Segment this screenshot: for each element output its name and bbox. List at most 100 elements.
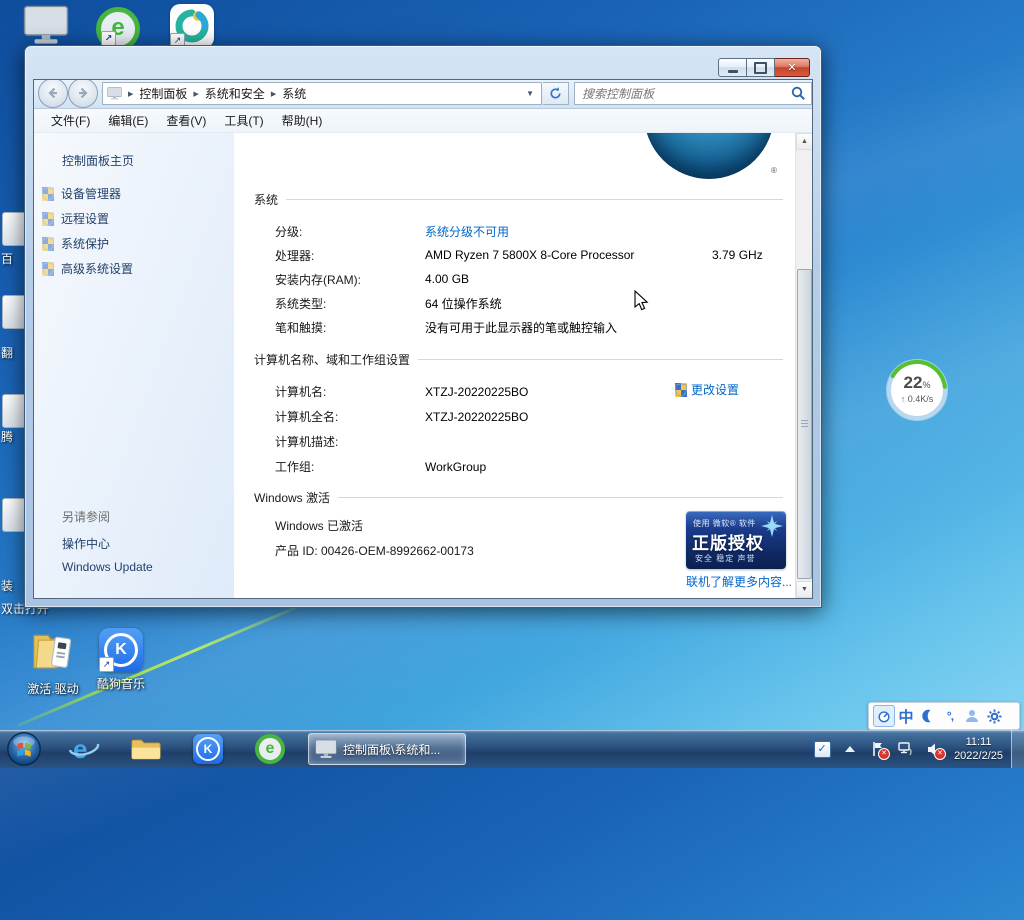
row-rating: 分级: 系统分级不可用 [234,219,795,243]
ime-gauge-icon [877,709,891,723]
taskbar-task-control-panel[interactable]: 控制面板\系统和... [308,733,466,765]
ime-punctuation-button[interactable]: °, [939,705,961,727]
ime-chinese-mode-button[interactable]: 中 [895,705,917,727]
breadcrumb-system[interactable]: 系统 [282,85,306,102]
start-button[interactable] [4,732,44,766]
computer-icon [23,5,69,45]
sidebar-item-device-manager[interactable]: 设备管理器 [42,181,121,206]
taskbar-explorer-button[interactable] [126,732,166,766]
ime-skin-button[interactable] [961,705,983,727]
refresh-button[interactable] [543,82,569,105]
processor-speed: 3.79 GHz [712,248,763,262]
sidebar-item-action-center[interactable]: 操作中心 [62,535,110,552]
row-system-type: 系统类型: 64 位操作系统 [234,291,795,315]
tray-volume-icon[interactable]: ✕ [925,740,943,758]
open-folder-icon [29,628,77,674]
ie-icon: e [68,734,100,764]
forward-button[interactable] [68,79,98,108]
taskbar-green-browser-button[interactable]: e [250,732,290,766]
forward-arrow-icon [75,85,91,101]
taskbar-ie-button[interactable]: e [64,732,104,766]
rating-link[interactable]: 系统分级不可用 [425,223,509,240]
ime-settings-button[interactable] [983,705,1005,727]
scrollbar-thumb[interactable] [797,269,812,579]
menu-view[interactable]: 查看(V) [157,110,215,132]
change-settings-link[interactable]: 更改设置 [675,381,739,398]
scroll-up-button[interactable]: ▲ [796,133,813,150]
registered-mark: ® [771,166,777,175]
windows-logo-orb [644,133,774,179]
section-title-computer-name: 计算机名称、域和工作组设置 [234,351,783,368]
menu-edit[interactable]: 编辑(E) [99,110,157,132]
folder-icon [130,736,162,763]
clock-time: 11:11 [954,735,1003,749]
minimize-button[interactable] [718,58,747,77]
desktop-icon-partial-label: 腾 [1,428,13,445]
scroll-up-icon: ▲ [801,138,808,145]
desktop-icon-partial-label: 百 [1,250,13,267]
vertical-scrollbar[interactable]: ▲ ▼ [795,133,812,598]
sidebar-item-remote-settings[interactable]: 远程设置 [42,206,109,231]
breadcrumb-control-panel[interactable]: 控制面板 [139,85,187,102]
ime-fullwidth-button[interactable] [917,705,939,727]
close-button[interactable]: ✕ [775,58,810,77]
row-pen-touch: 笔和触摸: 没有可用于此显示器的笔或触控输入 [234,315,795,339]
learn-more-link[interactable]: 联机了解更多内容... [686,573,792,590]
tray-network-icon[interactable] [897,740,915,758]
menu-tools[interactable]: 工具(T) [215,110,272,132]
kugou-icon: K ↗ [99,628,143,672]
tray-action-center-flag[interactable]: ✕ [869,740,887,758]
search-box[interactable] [574,82,812,105]
up-arrow-icon [845,746,855,752]
taskbar-kugou-button[interactable]: K [188,732,228,766]
back-arrow-icon [45,85,61,101]
tray-antivirus-icon[interactable]: ✓ [813,740,831,758]
sidebar-item-control-panel-home[interactable]: 控制面板主页 [62,152,134,169]
scrollbar-grip [801,420,808,428]
row-computer-description: 计算机描述: [234,429,795,454]
row-ram: 安装内存(RAM): 4.00 GB [234,267,795,291]
breadcrumb-system-security[interactable]: 系统和安全 [205,85,265,102]
genuine-star-icon [760,514,784,538]
address-dropdown-icon[interactable]: ▼ [523,89,537,98]
maximize-button[interactable] [747,58,775,77]
scroll-down-button[interactable]: ▼ [796,581,813,598]
sidebar-item-advanced-system-settings[interactable]: 高级系统设置 [42,256,133,281]
menu-file[interactable]: 文件(F) [42,110,99,132]
refresh-icon [548,86,563,101]
tray-show-hidden-icons[interactable] [841,740,859,758]
genuine-microsoft-badge[interactable]: 使用 微软® 软件 正版授权 安全 稳定 声誉 [686,511,786,569]
uac-shield-icon [42,212,54,226]
desktop-icon-swirl-app[interactable]: ↗ [166,4,218,48]
show-desktop-button[interactable] [1011,730,1024,768]
green-e-icon: e [255,734,285,764]
system-rows: 分级: 系统分级不可用 处理器: AMD Ryzen 7 5800X 8-Cor… [234,219,795,339]
sidebar-item-windows-update[interactable]: Windows Update [62,560,153,574]
menu-help[interactable]: 帮助(H) [273,110,332,132]
ime-bar: 中 °, [868,702,1020,730]
back-button[interactable] [38,79,68,108]
row-workgroup: 工作组: WorkGroup [234,454,795,479]
error-badge-icon: ✕ [878,748,890,760]
desktop-icon-partial-label: 翻 [1,344,13,361]
desktop-icon-kugou-music[interactable]: K ↗ 酷狗音乐 [90,628,152,692]
system-properties-window: ✕ ▼ ▶ 控制面板 ▶ 系统和安全 ▶ 系统 [24,45,822,608]
search-input[interactable] [580,86,791,102]
navigation-bar: ▼ ▶ 控制面板 ▶ 系统和安全 ▶ 系统 ▼ [34,80,812,109]
sidebar-item-system-protection[interactable]: 系统保护 [42,231,109,256]
taskbar: e K e 控制面板\系统和... ✓ ✕ [0,730,1024,768]
desktop-icon-activate-driver[interactable]: 激活.驱动 [22,628,84,697]
desktop-icon-computer[interactable] [20,5,72,48]
mute-badge-icon: ✕ [934,748,946,760]
gear-icon [987,709,1002,724]
shortcut-arrow-icon: ↗ [101,31,116,46]
main-panel: ® 系统 分级: 系统分级不可用 处理器: AMD Ryzen 7 5800X … [234,133,795,598]
address-bar[interactable]: ▶ 控制面板 ▶ 系统和安全 ▶ 系统 ▼ [102,82,542,105]
control-panel-icon [107,87,122,100]
ime-logo-button[interactable] [873,705,895,727]
taskbar-clock[interactable]: 11:11 2022/2/25 [954,735,1003,763]
shortcut-arrow-icon: ↗ [99,657,114,672]
close-icon: ✕ [787,61,796,74]
swirl-app-icon: ↗ [170,4,214,48]
speed-ball-widget[interactable]: 22% ↑ 0.4K/s [886,359,948,421]
